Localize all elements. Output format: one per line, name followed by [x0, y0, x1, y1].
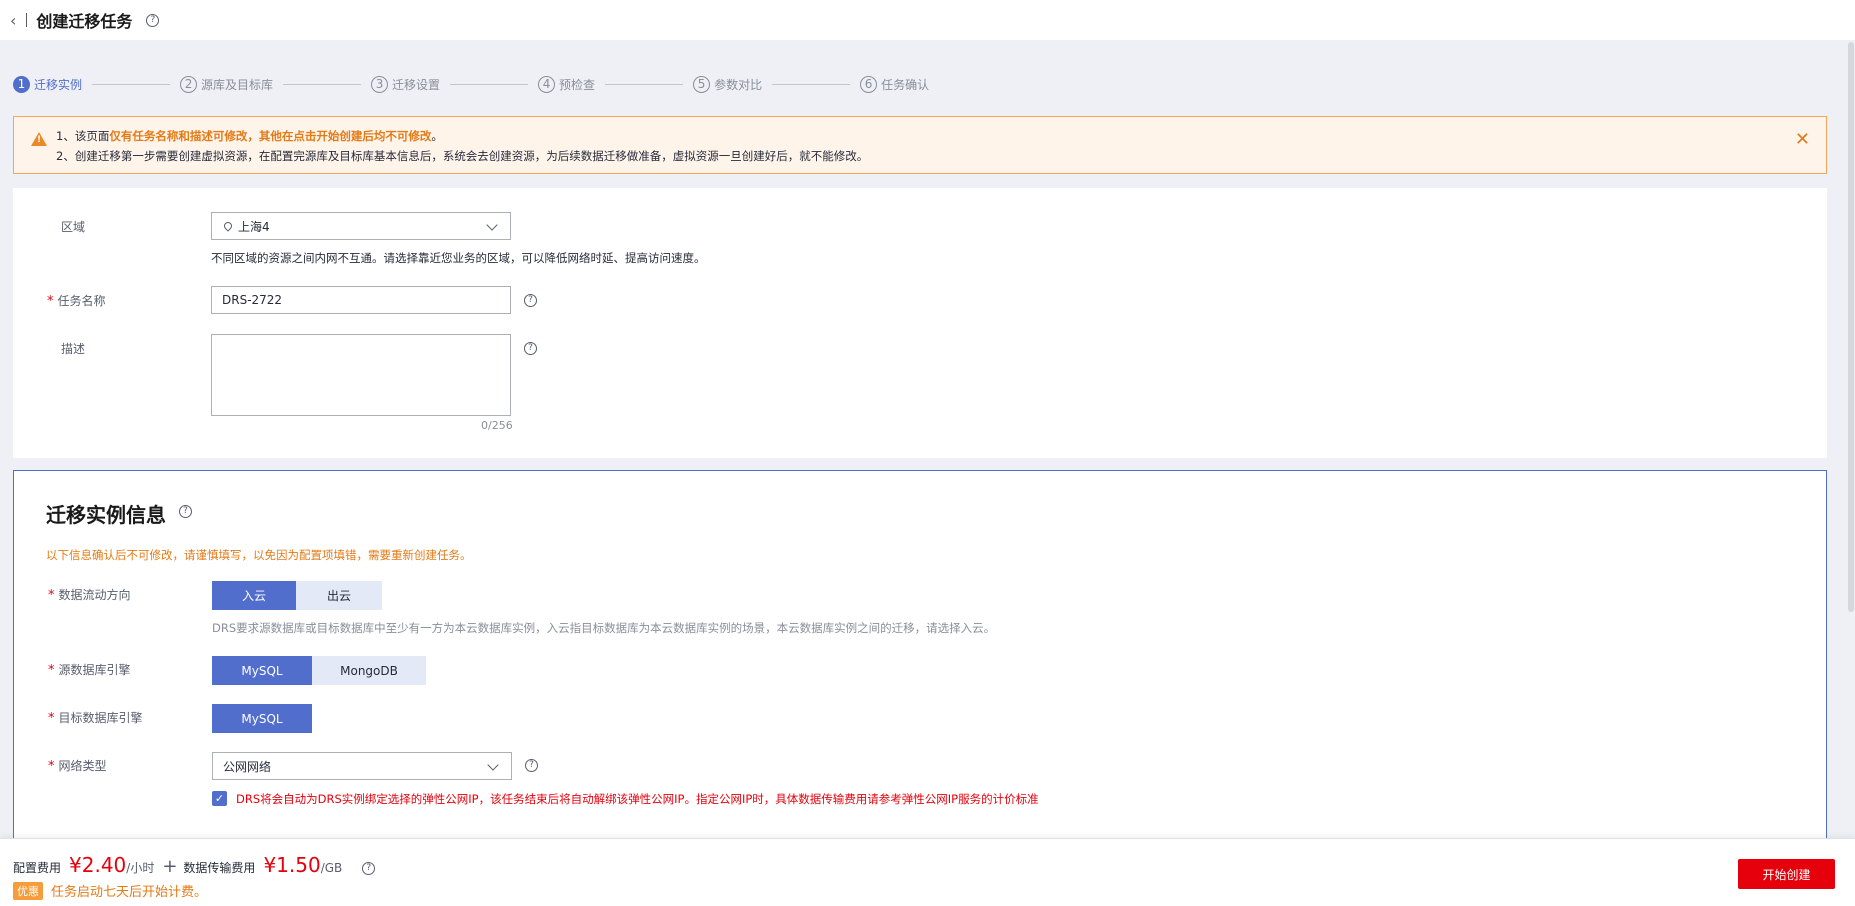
step-connector [92, 83, 171, 85]
section-title: 迁移实例信息 [46, 503, 166, 527]
alert-line-2: 2、创建迁移第一步需要创建虚拟资源，在配置完源库及目标库基本信息后，系统会去创建… [56, 149, 869, 163]
target-engine-label-text: 目标数据库引擎 [58, 711, 143, 725]
discount-badge: 优惠 [13, 881, 43, 900]
source-engine-mongodb[interactable]: MongoDB [312, 656, 426, 685]
basic-info-card: 区域 上海4 不同区域的资源之间内网不互通。请选择靠近您业务的区域，可以降低网络… [13, 188, 1827, 458]
config-fee-value: ¥2.40 [69, 853, 127, 877]
chevron-down-icon [487, 759, 499, 771]
scrollbar-thumb[interactable] [1848, 42, 1854, 612]
promo-row: 优惠 任务启动七天后开始计费。 [13, 881, 207, 900]
eip-checkbox[interactable]: ✓ [212, 791, 227, 806]
required-mark: * [48, 759, 55, 774]
flow-direction-group: 入云 出云 [212, 581, 382, 610]
step-2: 2 源库及目标库 [180, 75, 274, 93]
task-name-label-text: 任务名称 [57, 294, 106, 308]
step-connector [450, 83, 529, 85]
section-warning: 以下信息确认后不可修改，请谨慎填写，以免因为配置项填错，需要重新创建任务。 [46, 548, 472, 562]
step-1: 1 迁移实例 [13, 75, 83, 93]
task-name-label: * 任务名称 [47, 292, 106, 309]
help-icon[interactable]: ? [524, 342, 537, 355]
eip-note: DRS将会自动为DRS实例绑定选择的弹性公网IP，该任务结束后将自动解绑该弹性公… [236, 792, 1039, 806]
required-mark: * [47, 294, 54, 309]
help-icon[interactable]: ? [179, 505, 192, 518]
help-icon[interactable]: ? [362, 862, 376, 875]
warning-alert: ! 1、该页面仅有任务名称和描述可修改，其他在点击开始创建后均不可修改。 2、创… [13, 116, 1827, 174]
instance-info-card: 迁移实例信息 ? 以下信息确认后不可修改，请谨慎填写，以免因为配置项填错，需要重… [13, 470, 1827, 870]
config-fee-label: 配置费用 [13, 861, 62, 875]
close-icon[interactable]: ✕ [1795, 129, 1810, 150]
region-select[interactable]: 上海4 [211, 212, 511, 240]
plus-sign: + [162, 856, 178, 877]
step-connector [605, 83, 684, 85]
step-number: 4 [538, 75, 556, 93]
region-value: 上海4 [238, 219, 270, 234]
help-icon[interactable]: ? [146, 13, 160, 27]
step-number: 2 [180, 75, 198, 93]
step-5: 5 参数对比 [693, 75, 763, 93]
region-label: 区域 [61, 220, 86, 234]
step-connector [772, 83, 851, 85]
chevron-down-icon [486, 219, 498, 231]
flow-option-outbound[interactable]: 出云 [296, 581, 382, 610]
step-6: 6 任务确认 [860, 75, 930, 93]
description-counter: 0/256 [481, 419, 513, 432]
help-icon[interactable]: ? [524, 294, 537, 307]
description-label: 描述 [61, 342, 86, 356]
target-engine-group: MySQL [212, 704, 312, 733]
transfer-fee-label: 数据传输费用 [183, 861, 256, 875]
target-engine-mysql[interactable]: MySQL [212, 704, 312, 733]
start-create-button[interactable]: 开始创建 [1738, 859, 1835, 889]
source-engine-group: MySQL MongoDB [212, 656, 426, 685]
step-label: 迁移实例 [34, 77, 83, 92]
step-number: 3 [371, 75, 389, 93]
transfer-fee-unit: /GB [320, 861, 343, 875]
step-4: 4 预检查 [538, 75, 596, 93]
required-mark: * [48, 711, 55, 726]
task-name-input[interactable]: DRS-2722 [211, 286, 511, 314]
step-label: 参数对比 [714, 77, 763, 92]
flow-direction-label-text: 数据流动方向 [58, 588, 131, 602]
flow-option-inbound[interactable]: 入云 [212, 581, 296, 610]
required-mark: * [48, 663, 55, 678]
network-type-label: * 网络类型 [48, 757, 107, 774]
alert-text: 。 [431, 129, 443, 143]
step-label: 迁移设置 [392, 77, 441, 92]
promo-text: 任务启动七天后开始计费。 [51, 885, 208, 900]
network-type-select[interactable]: 公网网络 [212, 752, 512, 780]
step-label: 预检查 [559, 77, 596, 92]
network-type-value: 公网网络 [223, 759, 272, 774]
target-engine-label: * 目标数据库引擎 [48, 709, 143, 726]
location-pin-icon [222, 220, 234, 232]
step-number: 1 [13, 75, 30, 93]
source-engine-label: * 源数据库引擎 [48, 661, 131, 678]
step-label: 源库及目标库 [201, 77, 274, 92]
flow-direction-desc: DRS要求源数据库或目标数据库中至少有一方为本云数据库实例，入云指目标数据库为本… [212, 621, 996, 635]
header-divider [26, 13, 28, 27]
chevron-left-icon[interactable]: ‹ [10, 11, 16, 30]
step-number: 5 [693, 75, 711, 93]
source-engine-mysql[interactable]: MySQL [212, 656, 312, 685]
help-icon[interactable]: ? [525, 759, 538, 772]
step-indicator: 1 迁移实例 2 源库及目标库 3 迁移设置 4 预检查 5 参数对比 6 任务… [13, 74, 929, 94]
bottom-bar: 配置费用 ¥2.40 /小时 + 数据传输费用 ¥1.50 /GB ? 优惠 任… [0, 838, 1855, 906]
step-3: 3 迁移设置 [371, 75, 441, 93]
alert-line-1: 1、该页面仅有任务名称和描述可修改，其他在点击开始创建后均不可修改。 [56, 128, 443, 144]
step-connector [283, 83, 362, 85]
flow-direction-label: * 数据流动方向 [48, 586, 131, 603]
price-row: 配置费用 ¥2.40 /小时 + 数据传输费用 ¥1.50 /GB ? [13, 853, 376, 877]
transfer-fee-value: ¥1.50 [263, 853, 321, 877]
region-hint: 不同区域的资源之间内网不互通。请选择靠近您业务的区域，可以降低网络时延、提高访问… [211, 251, 706, 265]
config-fee-unit: /小时 [126, 861, 155, 875]
source-engine-label-text: 源数据库引擎 [58, 663, 131, 677]
description-textarea[interactable] [211, 334, 511, 416]
alert-highlight: 仅有任务名称和描述可修改，其他在点击开始创建后均不可修改 [109, 129, 432, 143]
alert-text: 1、该页面 [56, 129, 110, 143]
page-title: 创建迁移任务 [36, 12, 133, 31]
step-label: 任务确认 [881, 77, 930, 92]
step-number: 6 [860, 75, 878, 93]
warning-icon-mark: ! [37, 135, 42, 145]
top-header: ‹ 创建迁移任务 ? [0, 0, 1855, 40]
network-type-label-text: 网络类型 [58, 759, 107, 773]
required-mark: * [48, 588, 55, 603]
